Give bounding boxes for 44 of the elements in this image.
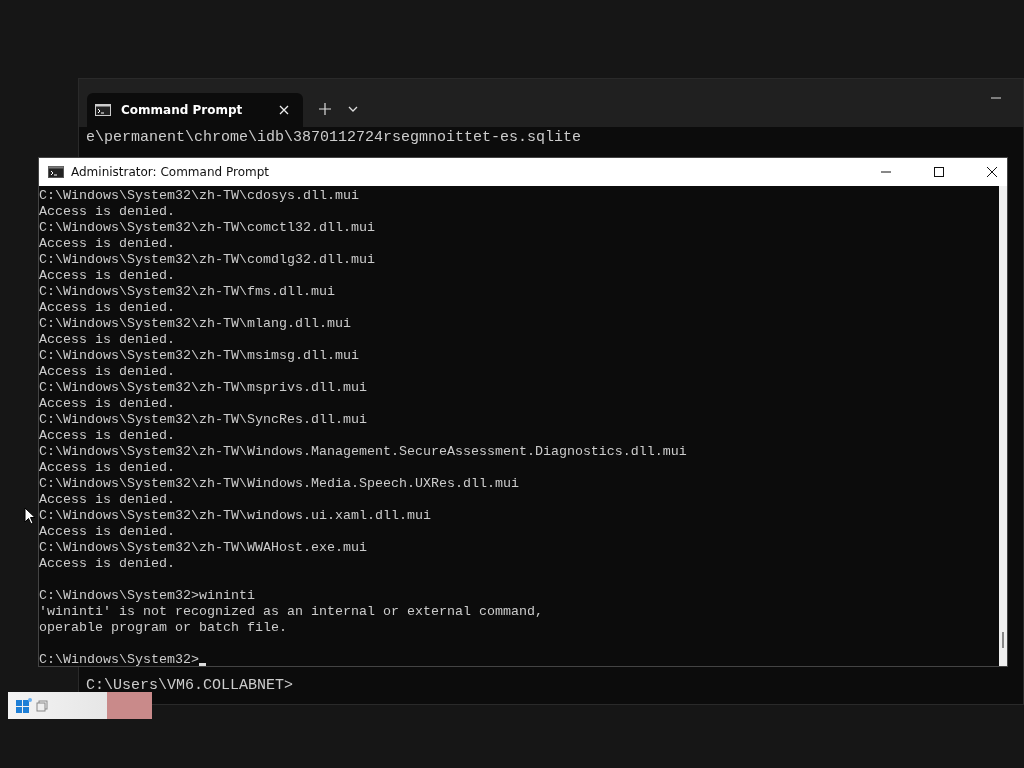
console-line: C:\Windows\System32\zh-TW\mlang.dll.mui bbox=[39, 316, 351, 332]
console-icon bbox=[48, 166, 64, 178]
mouse-pointer-icon bbox=[24, 507, 36, 525]
console-line: Access is denied. bbox=[39, 428, 175, 444]
console-line: Access is denied. bbox=[39, 300, 175, 316]
terminal-tab[interactable]: Command Prompt bbox=[87, 93, 303, 127]
console-line: 'wininti' is not recognized as an internal or external command, bbox=[39, 604, 543, 620]
console-line: C:\Windows\System32\zh-TW\Windows.Management.SecureAssessment.Diagnostics.dll.mui bbox=[39, 444, 687, 460]
console-line: C:\Windows\System32\zh-TW\msprivs.dll.mui bbox=[39, 380, 367, 396]
new-tab-icon[interactable] bbox=[319, 103, 331, 115]
console-line: C:\Windows\System32\zh-TW\fms.dll.mui bbox=[39, 284, 335, 300]
console-line: Access is denied. bbox=[39, 268, 175, 284]
window-title: Administrator: Command Prompt bbox=[71, 165, 269, 179]
scrollbar-thumb[interactable] bbox=[1002, 632, 1004, 648]
console-line: C:\Windows\System32\zh-TW\comdlg32.dll.mui bbox=[39, 252, 375, 268]
console-line: C:\Windows\System32\zh-TW\WWAHost.exe.mui bbox=[39, 540, 367, 556]
terminal-output-line: e\permanent\chrome\idb\3870112724rsegmnoittet-es.sqlite bbox=[86, 129, 583, 147]
console-line: C:\Windows\System32\zh-TW\windows.ui.xaml.dll.mui bbox=[39, 508, 431, 524]
console-line: C:\Windows\System32\zh-TW\msimsg.dll.mui bbox=[39, 348, 359, 364]
console-line: Access is denied. bbox=[39, 364, 175, 380]
console-line: C:\Windows\System32\zh-TW\cdosys.dll.mui bbox=[39, 188, 359, 204]
task-view-icon[interactable] bbox=[36, 699, 48, 712]
console-line: C:\Windows\System32\zh-TW\comctl32.dll.mui bbox=[39, 220, 375, 236]
console-line: Access is denied. bbox=[39, 492, 175, 508]
dropdown-chevron-icon[interactable] bbox=[348, 106, 358, 112]
text-cursor bbox=[198, 663, 206, 666]
terminal-prompt: C:\Users\VM6.COLLABNET> bbox=[85, 677, 295, 696]
console-line: Access is denied. bbox=[39, 332, 175, 348]
windows-icon[interactable] bbox=[16, 697, 32, 714]
console-line: Access is denied. bbox=[39, 236, 175, 252]
maximize-icon[interactable] bbox=[934, 167, 944, 177]
scrollbar[interactable] bbox=[999, 186, 1007, 666]
console-line: operable program or batch file. bbox=[39, 620, 287, 636]
console-line: C:\Windows\System32> bbox=[39, 652, 199, 666]
console-line: Access is denied. bbox=[39, 396, 175, 412]
console-icon bbox=[95, 104, 111, 116]
console-line: Access is denied. bbox=[39, 460, 175, 476]
console-line: Access is denied. bbox=[39, 524, 175, 540]
console-line: C:\Windows\System32\zh-TW\SyncRes.dll.mui bbox=[39, 412, 367, 428]
console-line: Access is denied. bbox=[39, 556, 175, 572]
console-line: C:\Windows\System32>wininti bbox=[39, 588, 255, 604]
console-line: Access is denied. bbox=[39, 204, 175, 220]
console-line: C:\Windows\System32\zh-TW\Windows.Media.Speech.UXRes.dll.mui bbox=[39, 476, 519, 492]
close-icon[interactable] bbox=[987, 167, 997, 177]
